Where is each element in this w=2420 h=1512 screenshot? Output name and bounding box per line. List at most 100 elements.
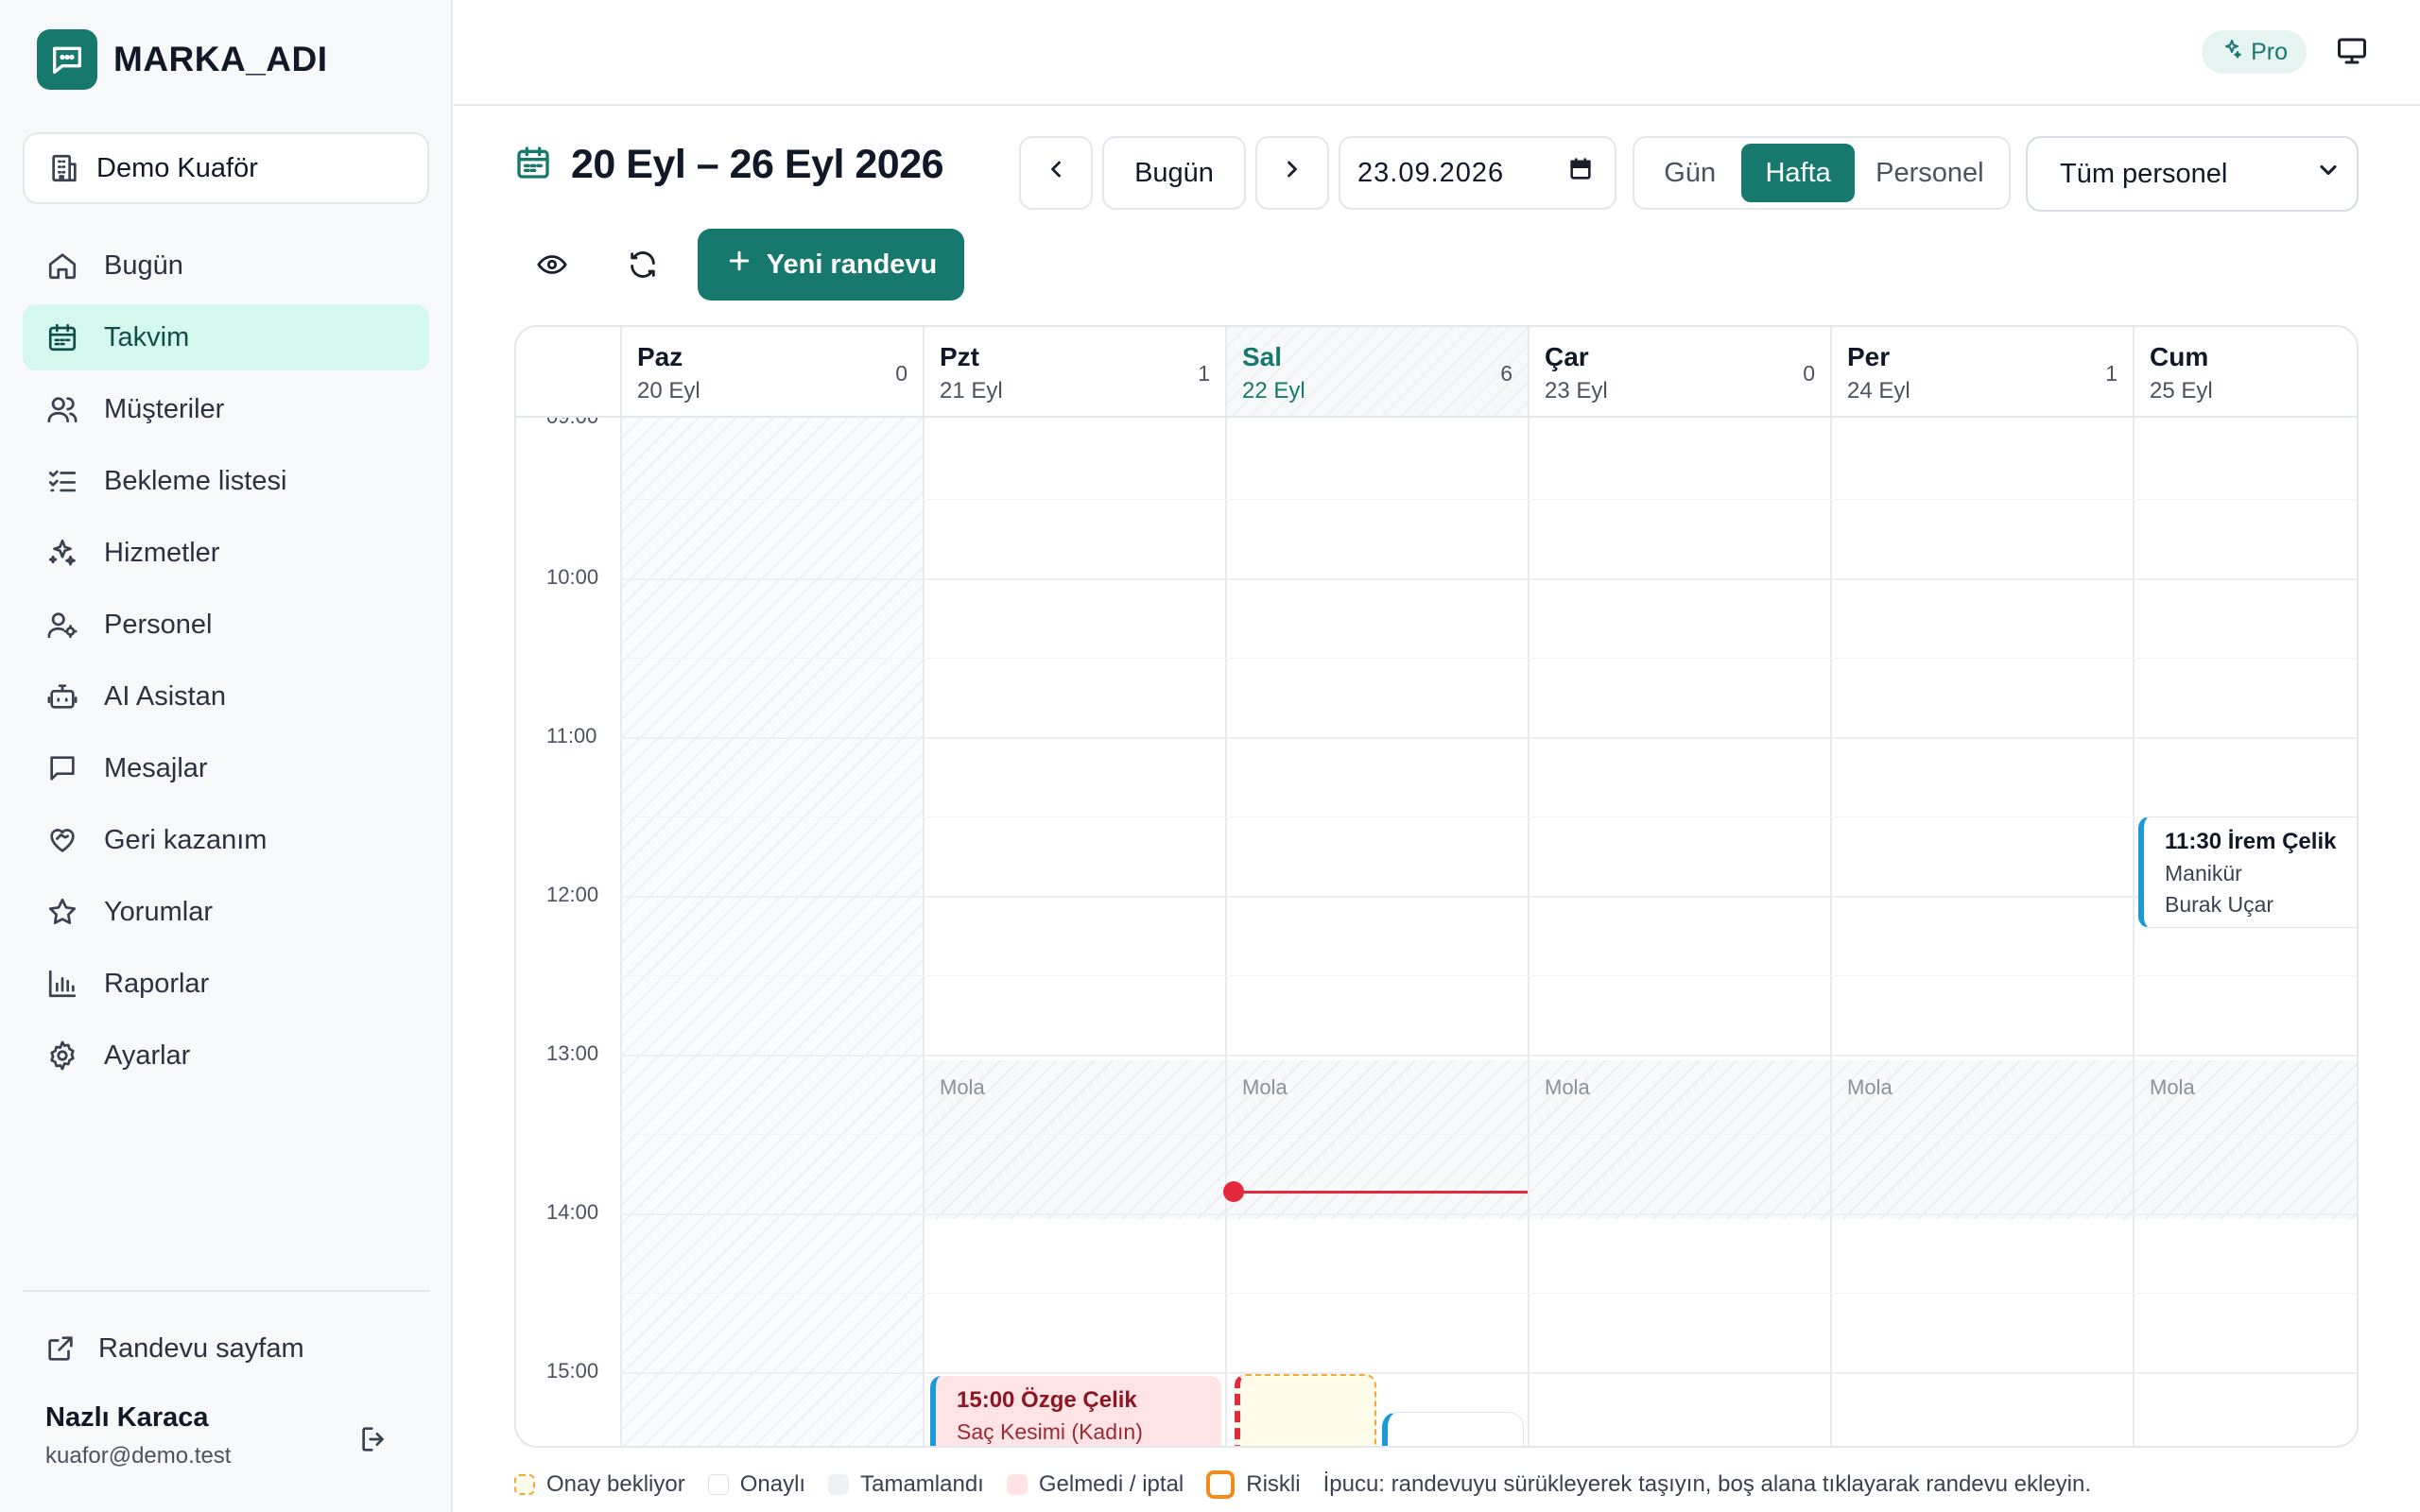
staff-filter-select[interactable]: Tüm personel	[2026, 136, 2359, 212]
half-hour-line	[620, 658, 2357, 659]
user-email: kuafor@demo.test	[45, 1443, 232, 1469]
break-block: Mola	[1227, 1060, 1528, 1219]
break-label: Mola	[940, 1075, 985, 1099]
brand-name: MARKA_ADI	[113, 40, 328, 78]
prev-week-button[interactable]	[1019, 136, 1093, 210]
sidebar-item-label: Yorumlar	[104, 896, 213, 927]
day-appointment-count: 6	[1500, 361, 1512, 386]
sidebar-item-geri-kazanim[interactable]: Geri kazanım	[23, 807, 429, 873]
sidebar-item-label: Ayarlar	[104, 1040, 191, 1071]
plus-icon	[725, 247, 753, 283]
bar-chart-icon	[45, 967, 79, 1001]
chat-logo-icon	[37, 29, 97, 90]
calendar-grid[interactable]: Mola Mola Mola Mola Mola 09:00 10:00 11:…	[516, 404, 2357, 1446]
view-staff-tab[interactable]: Personel	[1855, 144, 2005, 202]
calendar-picker-icon[interactable]	[1567, 156, 1594, 190]
legend-swatch	[514, 1474, 535, 1495]
legend-label: Tamamlandı	[860, 1471, 984, 1497]
today-button[interactable]: Bugün	[1102, 136, 1246, 210]
day-name: Sal	[1242, 342, 1283, 371]
sidebar-item-takvim[interactable]: Takvim	[23, 304, 429, 370]
sidebar-item-ayarlar[interactable]: Ayarlar	[23, 1022, 429, 1089]
booking-link-label: Randevu sayfam	[98, 1332, 304, 1364]
sidebar-item-label: Hizmetler	[104, 537, 220, 568]
hour-line	[620, 896, 2357, 898]
day-date: 20 Eyl	[637, 378, 700, 404]
day-appointment-count: 1	[2105, 361, 2118, 386]
sidebar-item-mesajlar[interactable]: Mesajlar	[23, 735, 429, 801]
view-switcher: Gün Hafta Personel	[1633, 136, 2011, 210]
home-icon	[45, 249, 79, 283]
salon-switcher[interactable]: Demo Kuaför	[23, 132, 429, 204]
legend-risky: Riskli	[1206, 1470, 1301, 1499]
sidebar-item-personel[interactable]: Personel	[23, 592, 429, 658]
calendar-icon	[45, 320, 79, 354]
view-week-tab[interactable]: Hafta	[1741, 144, 1855, 202]
user-cog-icon	[45, 608, 79, 642]
new-appointment-button[interactable]: Yeni randevu	[698, 229, 964, 301]
date-picker-input[interactable]: 23.09.2026	[1339, 136, 1616, 210]
half-hour-line	[620, 816, 2357, 817]
chevron-down-icon	[2315, 157, 2342, 191]
pro-badge[interactable]: Pro	[2202, 30, 2307, 74]
break-label: Mola	[1847, 1075, 1893, 1099]
day-header-pzt[interactable]: Pzt 21 Eyl 1	[923, 327, 1225, 416]
monitor-icon[interactable]	[2335, 34, 2369, 73]
brand[interactable]: MARKA_ADI	[37, 29, 328, 90]
booking-page-link[interactable]: Randevu sayfam	[23, 1315, 429, 1382]
sidebar-item-yorumlar[interactable]: Yorumlar	[23, 879, 429, 945]
refresh-icon[interactable]	[614, 236, 671, 293]
sidebar-item-label: Raporlar	[104, 968, 210, 999]
view-day-tab[interactable]: Gün	[1638, 144, 1741, 202]
sidebar-item-musteriler[interactable]: Müşteriler	[23, 376, 429, 442]
heart-handshake-icon	[45, 823, 79, 857]
sidebar-item-bekleme[interactable]: Bekleme listesi	[23, 448, 429, 514]
star-icon	[45, 895, 79, 929]
staff-filter-value: Tüm personel	[2060, 158, 2228, 189]
sidebar-item-ai-asistan[interactable]: AI Asistan	[23, 663, 429, 730]
new-appointment-label: Yeni randevu	[766, 249, 938, 280]
day-header-car[interactable]: Çar 23 Eyl 0	[1528, 327, 1830, 416]
legend-pending: Onay bekliyor	[514, 1471, 685, 1498]
break-label: Mola	[1545, 1075, 1590, 1099]
day-name: Çar	[1545, 342, 1589, 371]
appointment-card-pending[interactable]	[1235, 1374, 1376, 1446]
sidebar-item-raporlar[interactable]: Raporlar	[23, 951, 429, 1017]
next-week-button[interactable]	[1255, 136, 1329, 210]
eye-icon[interactable]	[524, 236, 580, 293]
legend-swatch	[1006, 1474, 1028, 1495]
external-link-icon	[43, 1332, 78, 1366]
day-name: Cum	[2150, 342, 2209, 371]
half-hour-line	[620, 1293, 2357, 1294]
appointment-service: Manikür	[2165, 861, 2242, 885]
sidebar-divider	[23, 1290, 429, 1292]
appointment-card[interactable]	[1382, 1412, 1524, 1446]
sidebar-item-label: Mesajlar	[104, 752, 208, 783]
day-header-per[interactable]: Per 24 Eyl 1	[1830, 327, 2133, 416]
legend-label: Riskli	[1246, 1471, 1301, 1497]
appointment-card[interactable]: 11:30 İrem Çelik Manikür Burak Uçar	[2138, 816, 2357, 928]
half-hour-line	[620, 975, 2357, 976]
day-header-cum[interactable]: Cum 25 Eyl	[2133, 327, 2357, 416]
calendar-icon	[514, 144, 552, 186]
day-date: 23 Eyl	[1545, 378, 1608, 404]
time-label: 10:00	[546, 565, 599, 589]
legend-tip: İpucu: randevuyu sürükleyerek taşıyın, b…	[1323, 1471, 2091, 1498]
day-name: Per	[1847, 342, 1891, 371]
status-legend: Onay bekliyor Onaylı Tamamlandı Gelmedi …	[514, 1470, 2114, 1499]
legend-swatch	[707, 1474, 729, 1495]
logout-icon[interactable]	[357, 1422, 391, 1456]
sidebar-item-bugun[interactable]: Bugün	[23, 232, 429, 299]
gear-icon	[45, 1039, 79, 1073]
legend-label: Gelmedi / iptal	[1038, 1471, 1184, 1497]
sidebar-item-hizmetler[interactable]: Hizmetler	[23, 520, 429, 586]
appointment-card[interactable]: 15:00 Özge Çelik Saç Kesimi (Kadın)	[930, 1376, 1221, 1446]
day-appointment-count: 1	[1198, 361, 1210, 386]
day-appointment-count: 0	[1803, 361, 1815, 386]
legend-swatch	[1206, 1470, 1236, 1499]
day-header-paz[interactable]: Paz 20 Eyl 0	[620, 327, 923, 416]
time-label: 15:00	[546, 1359, 599, 1383]
day-header-sal[interactable]: Sal 22 Eyl 6	[1225, 327, 1528, 416]
break-block: Mola	[925, 1060, 1225, 1219]
building-icon	[47, 151, 81, 185]
